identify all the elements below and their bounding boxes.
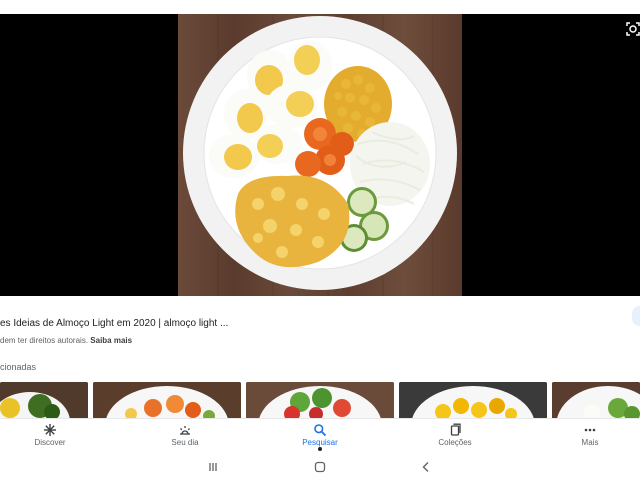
visit-button[interactable]: [632, 306, 640, 326]
home-icon[interactable]: [313, 460, 327, 474]
related-thumbnail[interactable]: [552, 382, 640, 420]
asterisk-icon: [44, 424, 56, 436]
nav-more[interactable]: Mais: [550, 419, 630, 453]
related-thumbnail[interactable]: [93, 382, 241, 420]
related-thumbnail[interactable]: [246, 382, 394, 420]
nav-collections[interactable]: Coleções: [415, 419, 495, 453]
weather-icon: [180, 426, 190, 435]
active-tab-indicator: [318, 447, 322, 451]
nav-your-day[interactable]: Seu dia: [145, 419, 225, 453]
recent-apps-icon[interactable]: [206, 460, 220, 474]
image-viewer[interactable]: [0, 14, 640, 296]
related-thumbnail[interactable]: [0, 382, 88, 420]
nav-label-more: Mais: [581, 438, 599, 447]
nav-label-collections: Coleções: [438, 438, 472, 447]
related-thumbnail[interactable]: [399, 382, 547, 420]
copyright-notice: dem ter direitos autorais. Saiba mais: [0, 336, 132, 345]
system-navigation-bar: [0, 452, 640, 480]
collections-icon: [450, 423, 461, 436]
food-photo[interactable]: [178, 14, 462, 296]
nav-discover[interactable]: Discover: [10, 419, 90, 453]
nav-label-discover: Discover: [34, 438, 66, 447]
nav-label-your-day: Seu dia: [171, 438, 199, 447]
learn-more-link[interactable]: Saiba mais: [90, 336, 132, 345]
nav-label-search: Pesquisar: [302, 438, 338, 447]
result-info: es Ideias de Almoço Light em 2020 | almo…: [0, 300, 640, 380]
back-icon[interactable]: [419, 460, 433, 474]
search-icon: [314, 424, 327, 437]
status-bar: [0, 0, 640, 14]
result-title[interactable]: es Ideias de Almoço Light em 2020 | almo…: [0, 318, 228, 329]
related-images-heading: cionadas: [0, 362, 37, 372]
more-dots-icon: [584, 428, 596, 432]
related-images-strip[interactable]: [0, 382, 640, 420]
plate-illustration: [183, 14, 457, 296]
copyright-text: dem ter direitos autorais.: [0, 336, 89, 345]
visual-search-icon[interactable]: [626, 22, 640, 36]
